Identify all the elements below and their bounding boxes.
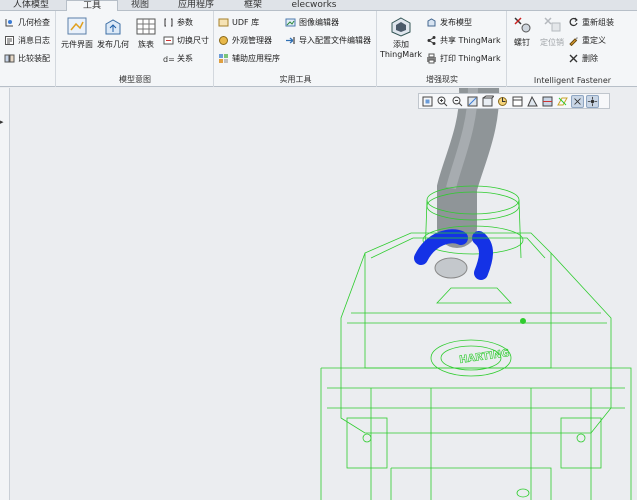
print-thingmark-button[interactable]: 打印 ThingMark	[426, 51, 501, 66]
appearance-manager-icon	[219, 36, 228, 45]
left-panel-edge[interactable]: ▸	[0, 88, 10, 500]
switch-dimensions-icon	[163, 36, 174, 45]
reassemble-button[interactable]: 重新组装	[568, 15, 614, 30]
parameters-icon	[164, 18, 173, 27]
annotation-display-icon[interactable]	[571, 94, 584, 108]
family-table-button[interactable]: 族表	[133, 16, 159, 50]
model-engraved-text: HARTING	[459, 348, 511, 366]
group-label-intelligent-fastener[interactable]: Intelligent Fastener	[508, 76, 637, 85]
group-model-intent: 元件界面 发布几何 族表 参数 切换尺寸 d= 关系 模型意图	[57, 11, 214, 87]
conductor-wires	[414, 229, 493, 280]
image-editor-icon	[285, 18, 296, 27]
refresh-icon	[569, 17, 578, 27]
print-icon	[427, 53, 436, 64]
import-profile-editor-icon	[286, 37, 295, 44]
group-label-model-intent[interactable]: 模型意图	[57, 74, 213, 85]
share-thingmark-button[interactable]: 共享 ThingMark	[426, 33, 501, 48]
import-profile-editor-button[interactable]: 导入配置文件编辑器	[285, 33, 371, 48]
switch-dimensions-button[interactable]: 切换尺寸	[163, 33, 209, 48]
compare-assembly-button[interactable]: 比较装配	[4, 51, 50, 66]
repaint-icon[interactable]	[466, 95, 479, 108]
redefine-icon	[569, 37, 578, 46]
group-investigate: 几何检查 消息日志 比较装配	[0, 11, 56, 87]
image-editor-button[interactable]: 图像编辑器	[285, 15, 339, 30]
zoom-in-icon[interactable]	[436, 95, 449, 108]
group-label-augmented-reality: 增强现实	[426, 75, 458, 84]
family-table-icon	[136, 18, 156, 35]
add-thingmark-button[interactable]: 添加 ThingMark	[380, 16, 422, 60]
group-label-utilities: 实用工具	[279, 75, 312, 84]
refit-icon[interactable]	[421, 95, 434, 108]
tab-applications[interactable]: 应用程序	[168, 0, 224, 11]
geometry-check-button[interactable]: 几何检查	[4, 15, 50, 30]
tab-framework[interactable]: 框架	[232, 0, 274, 11]
group-augmented-reality: 添加 ThingMark 发布模型 共享 ThingMark 打印 ThingM…	[378, 11, 507, 87]
auxiliary-applications-icon	[219, 54, 228, 63]
model-view[interactable]: HARTING	[11, 88, 637, 500]
delete-icon	[569, 54, 578, 63]
share-icon	[427, 36, 436, 45]
zoom-out-icon[interactable]	[451, 95, 464, 108]
appearance-manager-button[interactable]: 外观管理器	[218, 33, 272, 48]
saved-orientations-icon[interactable]	[496, 95, 509, 108]
udf-library-button[interactable]: UDF 库	[218, 15, 259, 30]
screw-button[interactable]: 螺钉	[510, 14, 534, 48]
display-style-icon[interactable]	[481, 95, 494, 108]
screw-icon	[514, 17, 531, 33]
tab-view[interactable]: 视图	[120, 0, 160, 11]
left-panel-marker: ▸	[0, 118, 4, 126]
view-manager-icon[interactable]	[511, 95, 524, 108]
auxiliary-applications-button[interactable]: 辅助应用程序	[218, 51, 280, 66]
group-utilities: UDF 库 外观管理器 辅助应用程序 图像编辑器 导入配置文件编辑器 实用工具	[215, 11, 377, 87]
compare-assembly-icon	[4, 54, 15, 63]
component-interface-button[interactable]: 元件界面	[61, 16, 93, 50]
dowel-pin-icon	[544, 17, 561, 32]
message-log-button[interactable]: 消息日志	[4, 33, 50, 48]
relations-icon: d=	[163, 55, 174, 64]
spin-center-icon[interactable]	[586, 94, 599, 108]
group-intelligent-fastener: 螺钉 定位销 重新组装 重定义 删除 Intelligent Fastener	[508, 11, 637, 87]
datum-display-icon[interactable]	[556, 95, 569, 108]
redefine-button[interactable]: 重定义	[568, 33, 606, 48]
graphics-viewport[interactable]: HARTING	[11, 88, 637, 500]
datum-point	[520, 318, 526, 324]
ribbon-tab-bar: 人体模型 工具 视图 应用程序 框架 elecworks	[0, 0, 637, 12]
parameters-button[interactable]: 参数	[163, 15, 193, 30]
publish-geometry-button[interactable]: 发布几何	[97, 16, 129, 50]
message-log-icon	[5, 36, 14, 45]
publish-geometry-icon	[105, 19, 121, 35]
svg-text:d=: d=	[163, 55, 174, 64]
delete-button[interactable]: 删除	[568, 51, 598, 66]
tab-elecworks[interactable]: elecworks	[282, 0, 346, 11]
tab-human-model[interactable]: 人体模型	[0, 0, 62, 11]
view-toolbar	[418, 93, 610, 109]
section-icon[interactable]	[541, 95, 554, 108]
thingmark-icon	[391, 17, 411, 37]
publish-model-icon	[427, 18, 436, 27]
ribbon: 几何检查 消息日志 比较装配 元件界面 发布几何 族表 参数 切换尺寸 d= 关…	[0, 11, 637, 87]
publish-model-button[interactable]: 发布模型	[426, 15, 472, 30]
geometry-check-icon	[5, 19, 13, 27]
udf-library-icon	[218, 18, 229, 27]
perspective-icon[interactable]	[526, 95, 539, 108]
relations-button[interactable]: d= 关系	[163, 51, 193, 66]
component-interface-icon	[67, 17, 87, 35]
dowel-pin-button[interactable]: 定位销	[538, 14, 566, 48]
